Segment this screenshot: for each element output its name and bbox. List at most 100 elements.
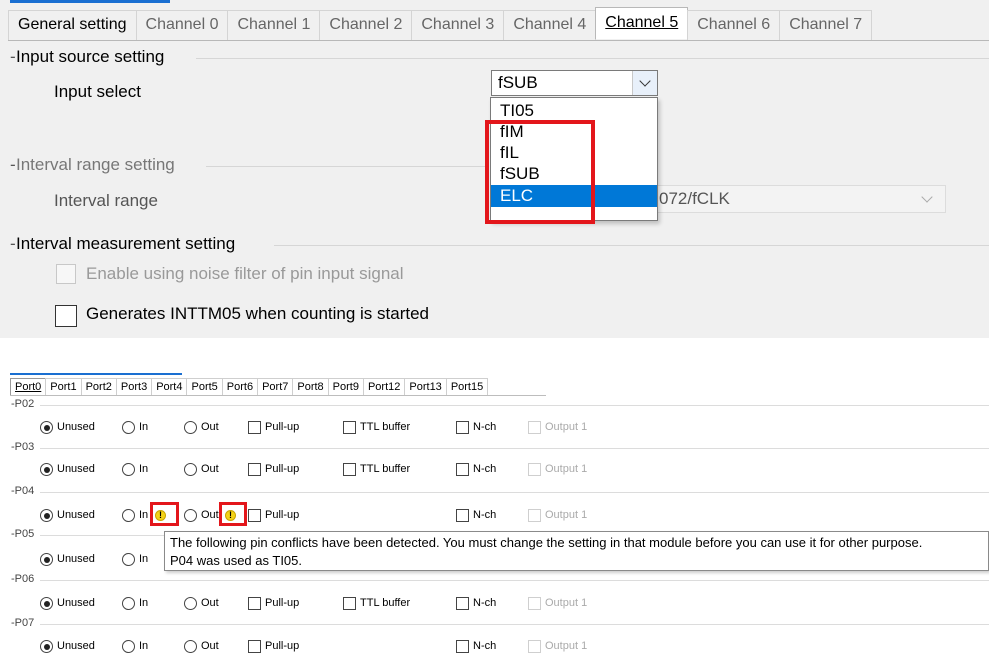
nch-label: N-ch: [473, 463, 497, 475]
group-divider: [40, 405, 989, 406]
in-radio[interactable]: [122, 640, 135, 653]
nch-checkbox[interactable]: [456, 421, 469, 434]
ttl-buffer-label: TTL buffer: [360, 421, 411, 433]
tab-channel-3[interactable]: Channel 3: [411, 10, 505, 40]
tab-channel-2[interactable]: Channel 2: [319, 10, 413, 40]
unused-radio[interactable]: [40, 640, 53, 653]
port-group-title: -P04: [11, 485, 35, 497]
in-radio[interactable]: [122, 463, 135, 476]
in-radio[interactable]: [122, 421, 135, 434]
interval-range-label: Interval range: [54, 191, 158, 210]
tab-channel-0[interactable]: Channel 0: [135, 10, 229, 40]
chevron-down-icon: [921, 191, 933, 203]
out-label: Out: [201, 509, 219, 521]
options-highlight-box: [485, 120, 595, 224]
tab-port8[interactable]: Port8: [292, 378, 329, 395]
out-radio[interactable]: [184, 463, 197, 476]
unused-radio[interactable]: [40, 509, 53, 522]
in-radio[interactable]: [122, 597, 135, 610]
tab-channel-5[interactable]: Channel 5: [595, 7, 689, 39]
out-label: Out: [201, 421, 219, 433]
out-radio[interactable]: [184, 509, 197, 522]
ttl-buffer-checkbox[interactable]: [343, 463, 356, 476]
pullup-checkbox[interactable]: [248, 509, 261, 522]
option-ti05[interactable]: TI05: [491, 100, 657, 121]
out-radio[interactable]: [184, 421, 197, 434]
ttl-buffer-label: TTL buffer: [360, 463, 411, 475]
nch-label: N-ch: [473, 509, 497, 521]
chevron-down-icon: [639, 75, 651, 87]
out-radio[interactable]: [184, 640, 197, 653]
output1-checkbox: [528, 509, 541, 522]
tab-strip-divider: [10, 395, 546, 396]
nch-checkbox[interactable]: [456, 509, 469, 522]
tab-channel-1[interactable]: Channel 1: [227, 10, 321, 40]
dropdown-button[interactable]: [632, 71, 657, 95]
in-label: In: [139, 421, 149, 433]
tab-port2[interactable]: Port2: [80, 378, 117, 395]
unused-label: Unused: [57, 553, 95, 565]
pullup-checkbox[interactable]: [248, 463, 261, 476]
section-marker: -: [10, 155, 16, 174]
tab-port4[interactable]: Port4: [151, 378, 188, 395]
pullup-checkbox[interactable]: [248, 640, 261, 653]
output1-checkbox: [528, 463, 541, 476]
input-select-label: Input select: [54, 82, 141, 101]
output1-label: Output 1: [545, 640, 588, 652]
tab-channel-7[interactable]: Channel 7: [779, 10, 873, 40]
unused-label: Unused: [57, 509, 95, 521]
pin-conflict-tooltip: The following pin conflicts have been de…: [164, 531, 989, 571]
tab-port13[interactable]: Port13: [404, 378, 447, 395]
group-divider: [40, 535, 164, 536]
tab-port7[interactable]: Port7: [257, 378, 294, 395]
output1-checkbox: [528, 640, 541, 653]
output1-label: Output 1: [545, 463, 588, 475]
port-tab-strip: Port0 Port1 Port2 Port3 Port4 Port5 Port…: [10, 378, 489, 395]
unused-radio[interactable]: [40, 553, 53, 566]
noise-filter-label: Enable using noise filter of pin input s…: [86, 264, 404, 283]
tab-port6[interactable]: Port6: [221, 378, 259, 395]
tab-channel-4[interactable]: Channel 4: [503, 10, 597, 40]
out-radio[interactable]: [184, 597, 197, 610]
pin-settings-panel: Port0 Port1 Port2 Port3 Port4 Port5 Port…: [0, 367, 989, 659]
input-select-dropdown[interactable]: fSUB: [491, 70, 658, 96]
in-radio[interactable]: [122, 553, 135, 566]
tab-channel-6[interactable]: Channel 6: [687, 10, 781, 40]
tab-port1[interactable]: Port1: [45, 378, 82, 395]
tab-port9[interactable]: Port9: [327, 378, 364, 395]
inttm05-checkbox[interactable]: [55, 305, 77, 327]
tab-port0[interactable]: Port0: [10, 378, 47, 395]
nch-checkbox[interactable]: [456, 597, 469, 610]
pullup-checkbox[interactable]: [248, 597, 261, 610]
tab-port12[interactable]: Port12: [362, 378, 406, 395]
tab-port3[interactable]: Port3: [115, 378, 153, 395]
input-select-value: fSUB: [498, 73, 538, 92]
section-divider: [274, 245, 989, 246]
nch-checkbox[interactable]: [456, 640, 469, 653]
unused-label: Unused: [57, 640, 95, 652]
unused-radio[interactable]: [40, 463, 53, 476]
pullup-label: Pull-up: [265, 421, 300, 433]
out-label: Out: [201, 597, 219, 609]
group-divider: [40, 448, 989, 449]
group-divider: [40, 492, 989, 493]
ttl-buffer-checkbox[interactable]: [343, 421, 356, 434]
pullup-label: Pull-up: [265, 597, 300, 609]
output1-checkbox: [528, 597, 541, 610]
unused-radio[interactable]: [40, 597, 53, 610]
timer-settings-panel: General setting Channel 0 Channel 1 Chan…: [0, 0, 989, 338]
nch-checkbox[interactable]: [456, 463, 469, 476]
tab-strip-divider: [8, 40, 989, 41]
port-group-title: -P06: [11, 573, 35, 585]
in-label: In: [139, 463, 149, 475]
ttl-buffer-checkbox[interactable]: [343, 597, 356, 610]
pullup-label: Pull-up: [265, 509, 300, 521]
tab-port15[interactable]: Port15: [445, 378, 489, 395]
unused-radio[interactable]: [40, 421, 53, 434]
in-radio[interactable]: [122, 509, 135, 522]
pullup-label: Pull-up: [265, 463, 300, 475]
pullup-checkbox[interactable]: [248, 421, 261, 434]
tab-general-setting[interactable]: General setting: [8, 10, 137, 40]
interval-range-dropdown: 072/fCLK: [640, 185, 946, 213]
tab-port5[interactable]: Port5: [186, 378, 223, 395]
